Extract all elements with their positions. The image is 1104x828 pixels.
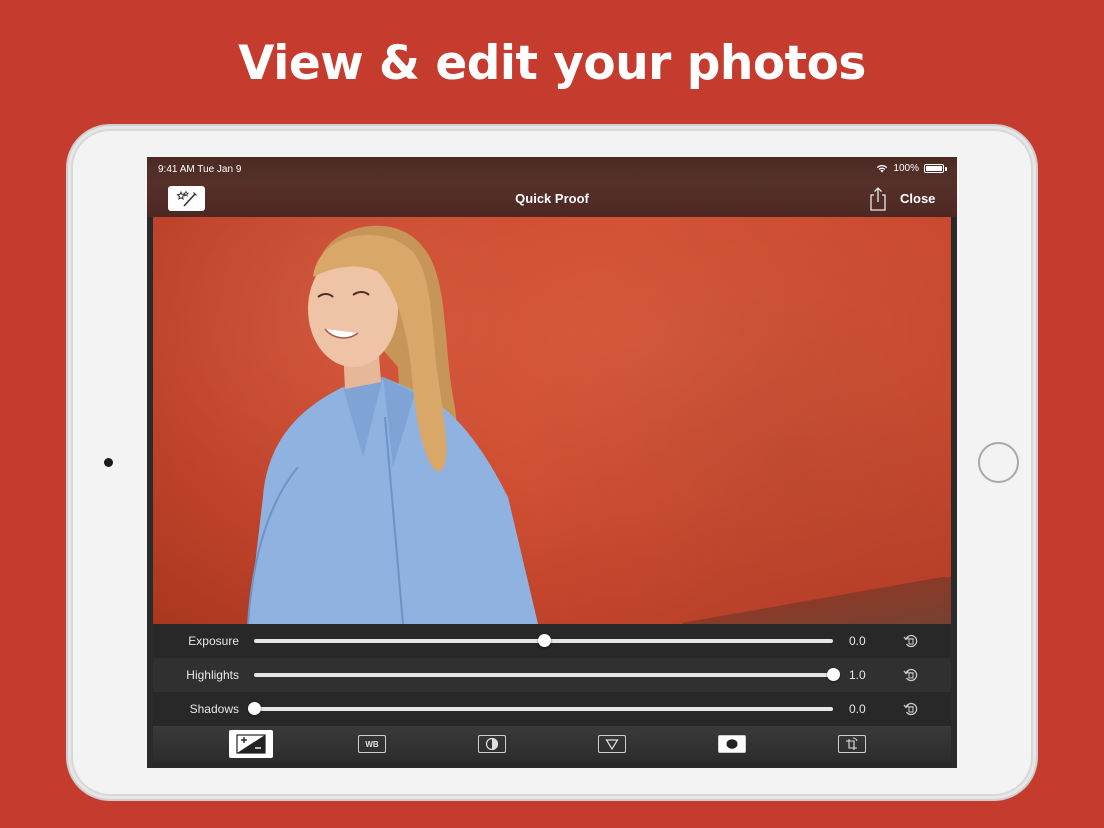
status-bar: 9:41 AM Tue Jan 9 100% xyxy=(147,157,957,181)
tool-crop-rotate[interactable] xyxy=(837,730,867,758)
tool-filter[interactable] xyxy=(597,730,627,758)
battery-percent: 100% xyxy=(893,163,919,174)
nav-bar: Quick Proof Close xyxy=(147,181,957,217)
slider-label: Exposure xyxy=(188,634,239,648)
slider-label: Highlights xyxy=(186,668,239,682)
status-right: 100% xyxy=(876,163,947,174)
slider-thumb[interactable] xyxy=(248,702,261,715)
status-time: 9:41 AM Tue Jan 9 xyxy=(158,164,242,175)
headline: View & edit your photos xyxy=(238,36,866,91)
slider-label: Shadows xyxy=(189,702,239,716)
close-button[interactable]: Close xyxy=(900,191,935,206)
portrait-illustration xyxy=(247,225,538,624)
front-camera xyxy=(104,458,113,467)
home-button[interactable] xyxy=(978,442,1019,483)
exposure-slider[interactable] xyxy=(254,634,833,647)
shadows-slider[interactable] xyxy=(248,702,833,715)
app-screen: 9:41 AM Tue Jan 9 100% Quick Proof Close… xyxy=(147,157,957,768)
tool-exposure[interactable] xyxy=(229,730,273,758)
battery-tip xyxy=(945,166,947,171)
slider-value: 0.0 xyxy=(849,634,866,648)
crop-rotate-icon xyxy=(838,735,866,753)
white-balance-icon: WB xyxy=(358,735,386,753)
slider-value: 1.0 xyxy=(849,668,866,682)
exposure-icon xyxy=(229,730,273,758)
battery-icon xyxy=(924,164,944,173)
photo-preview xyxy=(153,217,951,624)
tool-white-balance[interactable]: WB xyxy=(357,730,387,758)
highlights-slider[interactable] xyxy=(254,668,840,681)
share-icon[interactable] xyxy=(867,186,889,212)
slider-value: 0.0 xyxy=(849,702,866,716)
slider-row-exposure: Exposure 0.0 xyxy=(153,624,951,658)
slider-thumb[interactable] xyxy=(537,634,551,647)
reset-icon[interactable] xyxy=(903,701,919,717)
wifi-icon xyxy=(877,164,888,173)
vignette-icon xyxy=(718,735,746,753)
tool-contrast[interactable] xyxy=(477,730,507,758)
slider-row-highlights: Highlights 1.0 xyxy=(153,658,951,692)
slider-thumb[interactable] xyxy=(827,668,840,681)
reset-icon[interactable] xyxy=(903,633,919,649)
filter-icon xyxy=(598,735,626,753)
contrast-icon xyxy=(478,735,506,753)
slider-row-shadows: Shadows 0.0 xyxy=(153,692,951,726)
nav-title: Quick Proof xyxy=(515,191,589,206)
tool-bar: WB xyxy=(153,726,951,762)
reset-icon[interactable] xyxy=(903,667,919,683)
adjustment-panel: Exposure 0.0 Highlights 1.0 Shadows 0.0 xyxy=(153,624,951,726)
tool-vignette[interactable] xyxy=(717,730,747,758)
